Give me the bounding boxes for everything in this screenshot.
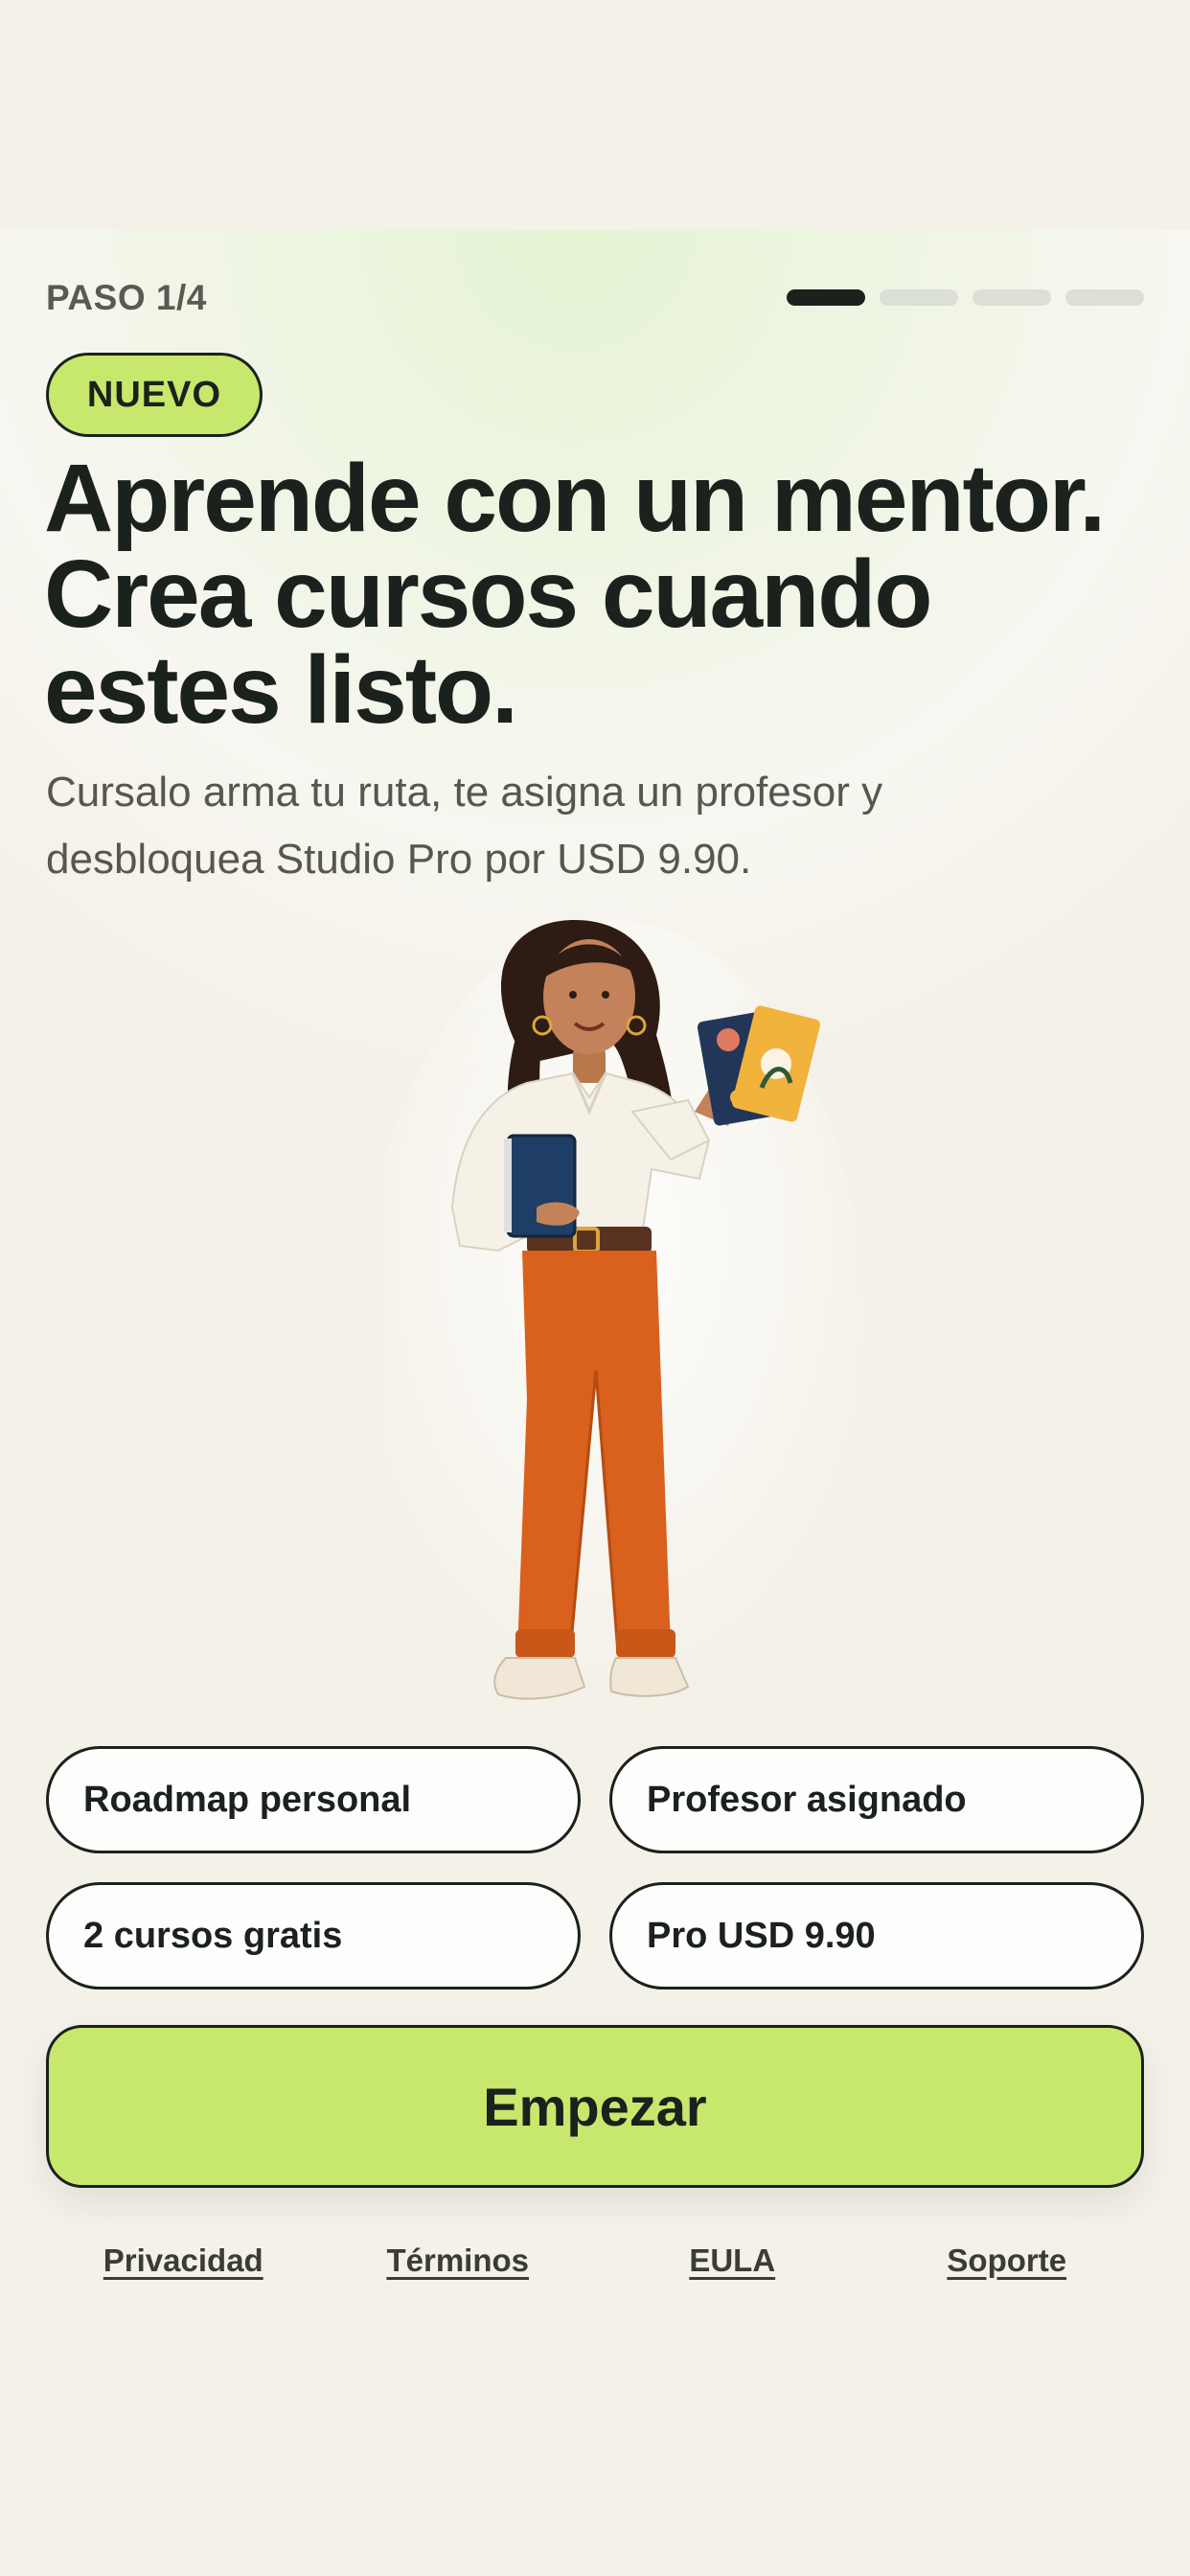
step-progress-indicator xyxy=(787,289,1144,306)
headline-line: Aprende con un mentor. xyxy=(44,445,1106,552)
headline-line: estes listo. xyxy=(44,636,518,744)
headline-line: Crea cursos cuando xyxy=(44,540,932,648)
start-button[interactable]: Empezar xyxy=(46,2025,1144,2188)
status-bar-area xyxy=(0,0,1190,230)
subtitle: Cursalo arma tu ruta, te asigna un profe… xyxy=(46,759,1148,893)
new-badge: NUEVO xyxy=(46,353,263,437)
footer-links: Privacidad Términos EULA Soporte xyxy=(46,2242,1144,2279)
step-label: PASO 1/4 xyxy=(46,278,207,317)
progress-segment-1 xyxy=(787,289,865,306)
privacy-link[interactable]: Privacidad xyxy=(46,2242,321,2279)
eula-link[interactable]: EULA xyxy=(595,2242,870,2279)
progress-segment-2 xyxy=(880,289,958,306)
subtitle-line: desbloquea Studio Pro por USD 9.90. xyxy=(46,836,752,883)
terms-link[interactable]: Términos xyxy=(321,2242,596,2279)
support-link[interactable]: Soporte xyxy=(870,2242,1145,2279)
feature-chip: Pro USD 9.90 xyxy=(609,1882,1144,1990)
headline: Aprende con un mentor. Crea cursos cuand… xyxy=(44,450,1165,738)
feature-chip: Profesor asignado xyxy=(609,1746,1144,1853)
subtitle-line: Cursalo arma tu ruta, te asigna un profe… xyxy=(46,769,883,816)
mentor-illustration xyxy=(383,920,862,1725)
feature-chip: 2 cursos gratis xyxy=(46,1882,581,1990)
progress-segment-4 xyxy=(1065,289,1144,306)
progress-segment-3 xyxy=(973,289,1051,306)
feature-chip: Roadmap personal xyxy=(46,1746,581,1853)
